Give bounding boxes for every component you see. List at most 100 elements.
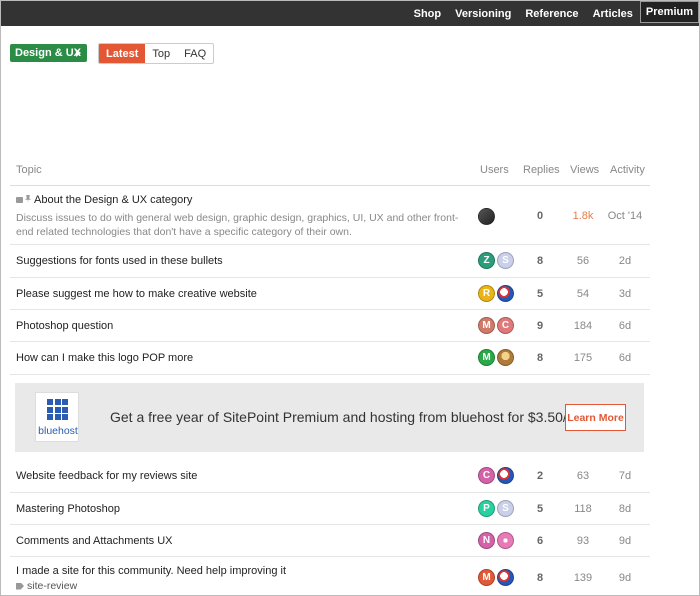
- ad-banner[interactable]: bluehost Get a free year of SitePoint Pr…: [15, 383, 644, 452]
- topic-users: Z S: [478, 252, 514, 269]
- view-count: 184: [573, 320, 593, 332]
- table-row[interactable]: Website feedback for my reviews site C 2…: [10, 460, 650, 493]
- topic-users: P S: [478, 500, 514, 517]
- tab-faq[interactable]: FAQ: [177, 44, 213, 63]
- avatar[interactable]: C: [478, 467, 495, 484]
- topic-title[interactable]: About the Design & UX category: [16, 194, 192, 206]
- pin-icon: [25, 195, 31, 203]
- topic-users: M C: [478, 317, 514, 334]
- header-topic[interactable]: Topic: [16, 161, 42, 185]
- header-users[interactable]: Users: [480, 161, 509, 185]
- nav-reference[interactable]: Reference: [518, 1, 585, 26]
- view-count: 93: [576, 535, 590, 547]
- lock-icon: [16, 197, 23, 203]
- bluehost-grid-icon: [47, 399, 68, 420]
- activity-time[interactable]: 8d: [605, 503, 645, 515]
- reply-count: 2: [536, 470, 544, 482]
- category-dropdown[interactable]: Design & UX: [10, 44, 87, 62]
- view-count: 56: [576, 255, 590, 267]
- activity-time[interactable]: Oct '14: [605, 210, 645, 222]
- topic-users: [478, 208, 495, 225]
- view-count: 175: [573, 352, 593, 364]
- category-label: Design & UX: [15, 47, 82, 59]
- header-replies[interactable]: Replies: [523, 161, 560, 185]
- nav-versioning[interactable]: Versioning: [448, 1, 518, 26]
- topic-tabs: Latest Top FAQ: [98, 43, 215, 64]
- top-bar: Shop Versioning Reference Articles Premi…: [1, 1, 699, 26]
- topic-title[interactable]: Please suggest me how to make creative w…: [16, 288, 257, 300]
- bluehost-logo-text: bluehost: [38, 425, 78, 437]
- reply-count: 8: [536, 352, 544, 364]
- tab-latest[interactable]: Latest: [99, 44, 146, 63]
- table-row[interactable]: About the Design & UX category Discuss i…: [10, 186, 650, 245]
- avatar[interactable]: M: [478, 569, 495, 586]
- caret-right-icon: [76, 49, 81, 57]
- reply-count: 0: [536, 210, 544, 222]
- avatar[interactable]: [497, 532, 514, 549]
- topic-title[interactable]: Mastering Photoshop: [16, 503, 120, 515]
- reply-count: 5: [536, 503, 544, 515]
- topic-users: C: [478, 467, 514, 484]
- reply-count: 8: [536, 255, 544, 267]
- topic-title[interactable]: I made a site for this community. Need h…: [16, 565, 286, 577]
- nav-premium[interactable]: Premium: [639, 1, 699, 23]
- avatar[interactable]: [497, 467, 514, 484]
- topic-title[interactable]: Comments and Attachments UX: [16, 535, 173, 547]
- activity-time[interactable]: 2d: [605, 255, 645, 267]
- tag-label: site-review: [27, 580, 78, 592]
- view-count: 63: [576, 470, 590, 482]
- activity-time[interactable]: 3d: [605, 288, 645, 300]
- topic-title[interactable]: Suggestions for fonts used in these bull…: [16, 255, 223, 267]
- avatar[interactable]: Z: [478, 252, 495, 269]
- avatar[interactable]: S: [497, 500, 514, 517]
- topic-title-text: About the Design & UX category: [34, 194, 193, 206]
- table-row[interactable]: I made a site for this community. Need h…: [10, 557, 650, 596]
- table-row[interactable]: How can I make this logo POP more M 8 17…: [10, 342, 650, 375]
- avatar[interactable]: M: [478, 317, 495, 334]
- tag-icon: [16, 582, 24, 590]
- topic-users: R: [478, 285, 514, 302]
- reply-count: 5: [536, 288, 544, 300]
- avatar[interactable]: [497, 285, 514, 302]
- avatar[interactable]: [497, 349, 514, 366]
- avatar[interactable]: M: [478, 349, 495, 366]
- topic-users: M: [478, 349, 514, 366]
- reply-count: 6: [536, 535, 544, 547]
- table-row[interactable]: Mastering Photoshop P S 5 118 8d: [10, 493, 650, 525]
- activity-time[interactable]: 9d: [605, 535, 645, 547]
- reply-count: 8: [536, 572, 544, 584]
- header-activity[interactable]: Activity: [610, 161, 645, 185]
- nav-shop[interactable]: Shop: [407, 1, 449, 26]
- avatar[interactable]: C: [497, 317, 514, 334]
- topic-tag[interactable]: site-review: [16, 580, 77, 592]
- topic-excerpt: Discuss issues to do with general web de…: [16, 212, 459, 238]
- avatar[interactable]: [478, 208, 495, 225]
- header-views[interactable]: Views: [570, 161, 599, 185]
- topic-title[interactable]: How can I make this logo POP more: [16, 352, 193, 364]
- avatar[interactable]: P: [478, 500, 495, 517]
- topic-users: M: [478, 569, 514, 586]
- topic-title[interactable]: Photoshop question: [16, 320, 113, 332]
- table-row[interactable]: Please suggest me how to make creative w…: [10, 278, 650, 310]
- avatar[interactable]: R: [478, 285, 495, 302]
- topic-users: N: [478, 532, 514, 549]
- view-count: 1.8k: [572, 210, 594, 222]
- activity-time[interactable]: 7d: [605, 470, 645, 482]
- table-row[interactable]: Comments and Attachments UX N 6 93 9d: [10, 525, 650, 557]
- reply-count: 9: [536, 320, 544, 332]
- avatar[interactable]: N: [478, 532, 495, 549]
- activity-time[interactable]: 6d: [605, 320, 645, 332]
- tab-top[interactable]: Top: [145, 44, 177, 63]
- topic-title[interactable]: Website feedback for my reviews site: [16, 470, 197, 482]
- nav-articles[interactable]: Articles: [586, 1, 640, 26]
- table-row[interactable]: Photoshop question M C 9 184 6d: [10, 310, 650, 342]
- avatar[interactable]: [497, 569, 514, 586]
- view-count: 139: [573, 572, 593, 584]
- activity-time[interactable]: 9d: [605, 572, 645, 584]
- avatar[interactable]: S: [497, 252, 514, 269]
- view-count: 118: [574, 503, 592, 515]
- view-count: 54: [576, 288, 590, 300]
- table-row[interactable]: Suggestions for fonts used in these bull…: [10, 245, 650, 278]
- activity-time[interactable]: 6d: [605, 352, 645, 364]
- learn-more-button[interactable]: Learn More: [565, 404, 626, 431]
